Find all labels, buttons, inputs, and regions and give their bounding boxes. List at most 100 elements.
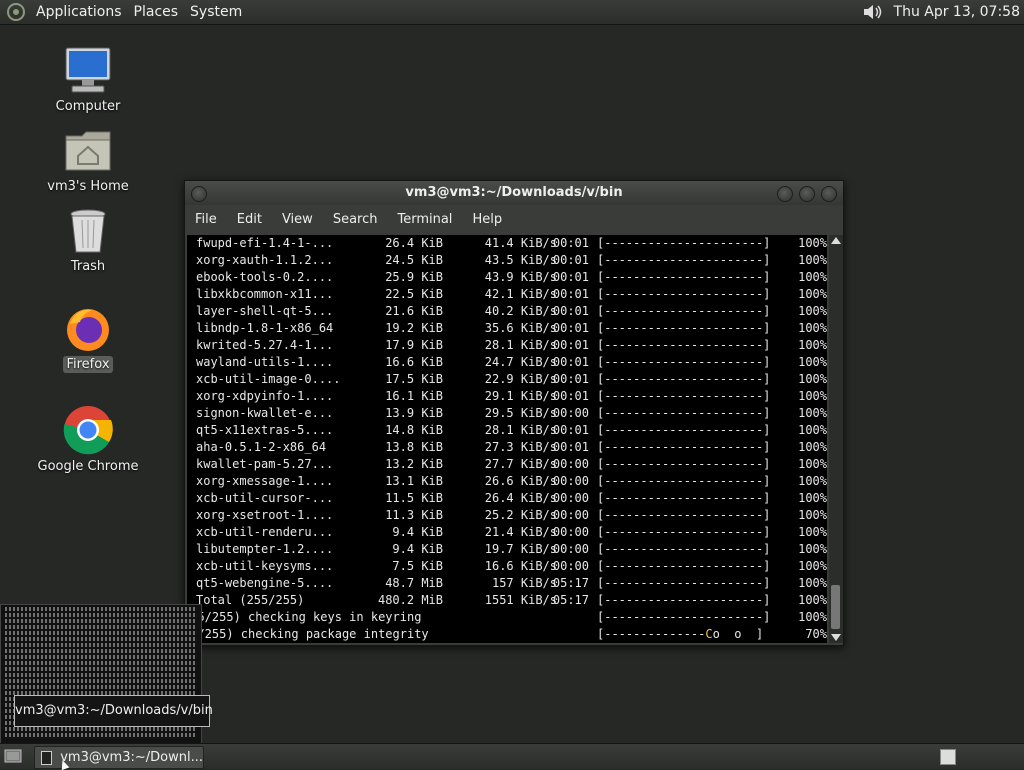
terminal-cell-time: 00:00 [552,525,589,539]
desktop-icon-label: Google Chrome [37,459,139,474]
desktop-icon-trash[interactable]: Trash [33,206,143,275]
preview-line [5,655,197,659]
window-titlebar[interactable]: vm3@vm3:~/Downloads/v/bin [185,181,843,205]
terminal-cell-size: 480.2 MiB [377,593,443,607]
desktop-icon-computer[interactable]: Computer [33,44,143,115]
terminal-cell-size: 17.5 KiB [385,372,443,386]
desktop-icon-chrome[interactable]: Google Chrome [33,404,143,475]
menu-file[interactable]: File [185,212,227,227]
preview-line [5,613,197,617]
terminal-icon [41,750,53,765]
taskbar-tooltip: vm3@vm3:~/Downloads/v/bin [14,695,213,727]
terminal-cell-size: 9.4 KiB [392,525,443,539]
close-button[interactable] [821,186,837,202]
terminal-cell-name: xorg-xmessage-1.... [196,474,334,488]
scrollbar-thumb[interactable] [831,585,840,629]
terminal-cell-name: libndp-1.8-1-x86_64 [196,321,334,335]
terminal-cell-name: layer-shell-qt-5... [196,304,334,318]
terminal-cell-name: qt5-webengine-5.... [196,576,334,590]
terminal-line: xcb-util-keysyms... 7.5 KiB 16.6 KiB/s 00:0… [187,558,827,575]
preview-line [5,631,197,635]
terminal-cell-bar: [----------------------] [597,525,771,539]
terminal-cell-rate: 43.9 KiB/s [484,270,557,284]
firefox-icon [67,309,109,351]
maximize-button[interactable] [799,186,815,202]
terminal-line: xorg-xmessage-1.... 13.1 KiB 26.6 KiB/s 00:… [187,473,827,490]
bottom-panel: vm3@vm3:~/Downl... [0,743,1024,769]
pacman-progress-icon: C [705,627,713,641]
terminal-cell-time: 00:01 [552,372,589,386]
menu-edit[interactable]: Edit [227,212,272,227]
terminal-cell-pct: 100% [798,321,827,335]
terminal-check-text: 97/255) checking package integrity [187,627,429,641]
show-desktop-icon[interactable] [4,747,22,765]
terminal-cell-bar: [----------------------] [597,491,771,505]
places-menu[interactable]: Places [130,4,187,20]
terminal-cell-name: xorg-xsetroot-1.... [196,508,334,522]
preview-line [5,727,197,731]
terminal-line: qt5-webengine-5.... 48.7 MiB 157 KiB/s 05:1… [187,575,827,592]
menu-search[interactable]: Search [323,212,388,227]
clock[interactable]: Thu Apr 13, 07:58 [894,4,1020,20]
terminal-scrollbar[interactable] [829,235,843,643]
terminal-cell-bar: [----------------------] [597,559,771,573]
system-menu[interactable]: System [186,4,250,20]
terminal-cell-rate: 29.1 KiB/s [484,389,557,403]
preview-line [5,685,197,689]
terminal-line: 97/255) checking package integrity [-----… [187,626,827,643]
terminal-cell-name: libxkbcommon-x11... [196,287,334,301]
terminal-line: fwupd-efi-1.4-1-... 26.4 KiB 41.4 KiB/s 00:… [187,235,827,252]
terminal-cell-rate: 1551 KiB/s [484,593,557,607]
terminal-cell-pct: 100% [798,236,827,250]
terminal-cell-bar: [----------------------] [597,321,771,335]
terminal-cell-bar: [----------------------] [597,406,771,420]
terminal-cell-name: xcb-util-renderu... [196,525,334,539]
terminal-cell-name: xcb-util-keysyms... [196,559,334,573]
desktop-icon-label: Firefox [63,356,113,373]
distro-logo-icon[interactable] [6,2,26,22]
terminal-cell-rate: 28.1 KiB/s [484,338,557,352]
window-menu-button[interactable] [191,186,207,202]
terminal-window[interactable]: vm3@vm3:~/Downloads/v/bin File Edit View… [184,180,844,646]
home-folder-icon [65,131,111,171]
terminal-cell-pct: 100% [798,440,827,454]
terminal-cell-bar: [----------------------] [597,576,771,590]
terminal-cell-name: xcb-util-image-0.... [196,372,341,386]
terminal-cell-pct: 100% [798,253,827,267]
terminal-cell-time: 00:01 [552,321,589,335]
applications-menu[interactable]: Applications [32,4,130,20]
terminal-cell-pct: 100% [798,491,827,505]
desktop-icon-firefox[interactable]: Firefox [33,304,143,373]
menu-view[interactable]: View [272,212,323,227]
terminal-output[interactable]: fwupd-efi-1.4-1-... 26.4 KiB 41.4 KiB/s 00:… [187,235,827,643]
terminal-cell-bar: [----------------------] [597,253,771,267]
scroll-down-arrow-icon[interactable] [831,634,841,641]
terminal-cell-rate: 41.4 KiB/s [484,236,557,250]
terminal-cell-time: 05:17 [552,593,589,607]
terminal-line: xorg-xsetroot-1.... 11.3 KiB 25.2 KiB/s 00:… [187,507,827,524]
workspace-switcher[interactable] [940,749,956,765]
terminal-cell-bar: [----------------------] [597,236,771,250]
terminal-cell-pct: 100% [798,593,827,607]
menu-terminal[interactable]: Terminal [387,212,462,227]
volume-icon[interactable] [862,2,884,22]
terminal-cell-rate: 26.4 KiB/s [484,491,557,505]
terminal-cell-name: libutempter-1.2.... [196,542,334,556]
preview-line [5,649,197,653]
terminal-cell-name: signon-kwallet-e... [196,406,334,420]
desktop-icon-label: vm3's Home [47,179,129,194]
terminal-cell-size: 16.1 KiB [385,389,443,403]
menu-help[interactable]: Help [462,212,512,227]
desktop-icon-home[interactable]: vm3's Home [33,126,143,195]
preview-line [5,673,197,677]
terminal-cell-size: 13.2 KiB [385,457,443,471]
minimize-button[interactable] [777,186,793,202]
terminal-cell-pct: 100% [798,559,827,573]
terminal-line: libutempter-1.2.... 9.4 KiB 19.7 KiB/s 00:0… [187,541,827,558]
scroll-up-arrow-icon[interactable] [831,237,841,244]
chrome-icon [63,406,113,455]
terminal-cell-bar: [----------------------] [597,440,771,454]
terminal-check-bar: [--------------Co o ] [597,627,764,641]
terminal-cell-time: 00:01 [552,423,589,437]
preview-line [5,667,197,671]
